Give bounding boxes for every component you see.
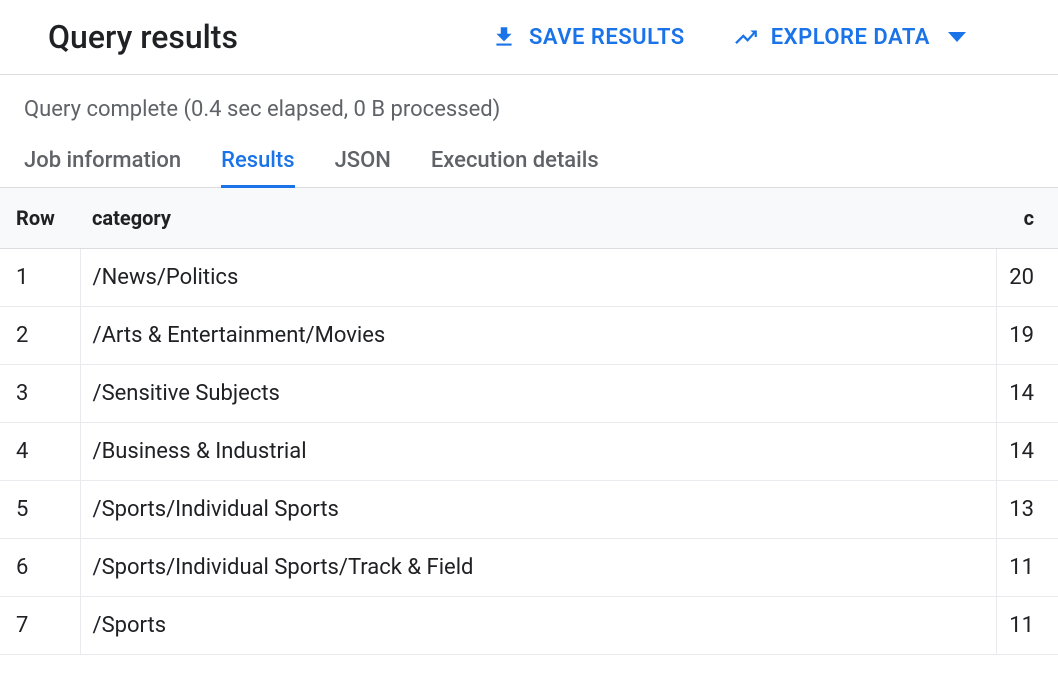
- table-row: 5 /Sports/Individual Sports 13: [0, 481, 1058, 539]
- explore-data-label: EXPLORE DATA: [771, 25, 930, 50]
- table-header-row: Row category c: [0, 188, 1058, 249]
- cell-category: /Sensitive Subjects: [80, 365, 997, 423]
- cell-c: 13: [997, 481, 1058, 539]
- cell-c: 14: [997, 365, 1058, 423]
- tab-results[interactable]: Results: [221, 138, 294, 187]
- table-row: 2 /Arts & Entertainment/Movies 19: [0, 307, 1058, 365]
- cell-c: 11: [997, 539, 1058, 597]
- result-tabs: Job information Results JSON Execution d…: [0, 138, 1058, 188]
- chevron-down-icon: [948, 32, 966, 42]
- query-status: Query complete (0.4 sec elapsed, 0 B pro…: [0, 75, 1058, 138]
- table-row: 6 /Sports/Individual Sports/Track & Fiel…: [0, 539, 1058, 597]
- cell-row: 2: [0, 307, 80, 365]
- tab-execution-details[interactable]: Execution details: [431, 138, 599, 187]
- tab-json[interactable]: JSON: [335, 138, 391, 187]
- cell-c: 11: [997, 597, 1058, 655]
- cell-category: /Sports: [80, 597, 997, 655]
- explore-data-button[interactable]: EXPLORE DATA: [733, 24, 966, 50]
- tab-job-information[interactable]: Job information: [24, 138, 181, 187]
- save-results-label: SAVE RESULTS: [529, 25, 685, 50]
- chart-trend-icon: [733, 24, 759, 50]
- cell-category: /Sports/Individual Sports/Track & Field: [80, 539, 997, 597]
- col-header-c[interactable]: c: [997, 188, 1058, 249]
- cell-category: /Arts & Entertainment/Movies: [80, 307, 997, 365]
- col-header-row[interactable]: Row: [0, 188, 80, 249]
- cell-category: /News/Politics: [80, 249, 997, 307]
- cell-category: /Sports/Individual Sports: [80, 481, 997, 539]
- cell-c: 14: [997, 423, 1058, 481]
- cell-row: 4: [0, 423, 80, 481]
- cell-row: 3: [0, 365, 80, 423]
- results-header: Query results SAVE RESULTS EXPLORE DATA: [0, 0, 1058, 75]
- download-icon: [491, 24, 517, 50]
- page-title: Query results: [48, 18, 238, 56]
- table-row: 1 /News/Politics 20: [0, 249, 1058, 307]
- cell-row: 6: [0, 539, 80, 597]
- table-row: 7 /Sports 11: [0, 597, 1058, 655]
- cell-row: 5: [0, 481, 80, 539]
- cell-c: 20: [997, 249, 1058, 307]
- save-results-button[interactable]: SAVE RESULTS: [491, 24, 685, 50]
- cell-c: 19: [997, 307, 1058, 365]
- cell-row: 7: [0, 597, 80, 655]
- cell-category: /Business & Industrial: [80, 423, 997, 481]
- table-row: 3 /Sensitive Subjects 14: [0, 365, 1058, 423]
- col-header-category[interactable]: category: [80, 188, 997, 249]
- cell-row: 1: [0, 249, 80, 307]
- results-table: Row category c 1 /News/Politics 20 2 /Ar…: [0, 188, 1058, 655]
- header-actions: SAVE RESULTS EXPLORE DATA: [491, 24, 966, 50]
- table-row: 4 /Business & Industrial 14: [0, 423, 1058, 481]
